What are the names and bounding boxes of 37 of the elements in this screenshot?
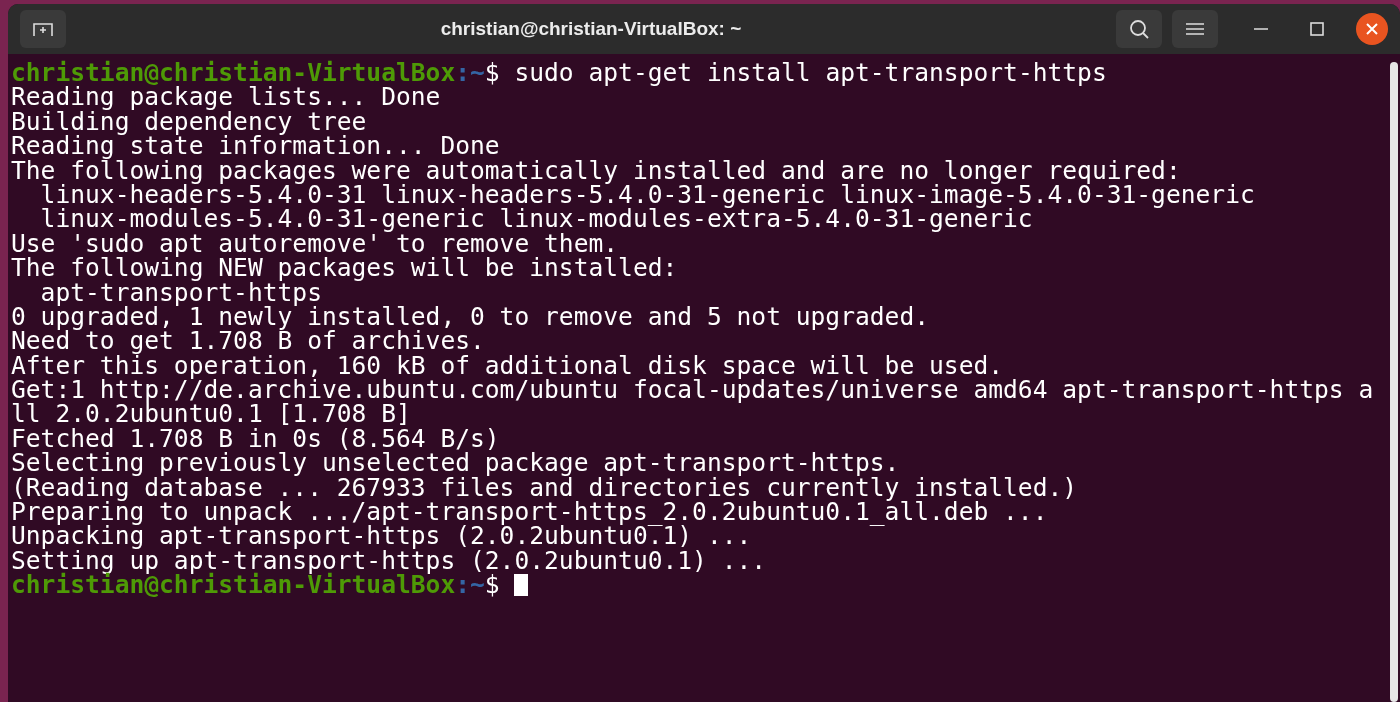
output-line: Use 'sudo apt autoremove' to remove them. bbox=[11, 231, 619, 257]
minimize-icon bbox=[1254, 27, 1268, 31]
output-line: Get:1 http://de.archive.ubuntu.com/ubuntu focal-updates/universe amd64 apt-transport-https a bbox=[11, 378, 1375, 403]
prompt-path: :~ bbox=[455, 61, 485, 86]
new-tab-button[interactable] bbox=[20, 10, 66, 48]
output-line: Reading state information... Done bbox=[11, 134, 500, 159]
output-line: (Reading database ... 267933 files and directories currently installed.) bbox=[11, 475, 1079, 501]
prompt-symbol: $ bbox=[484, 573, 500, 598]
output-line: Setting up apt-transport-https (2.0.2ubuntu0.1) ... bbox=[11, 548, 768, 574]
scrollbar-thumb[interactable] bbox=[1390, 62, 1398, 702]
prompt-symbol: $ bbox=[484, 61, 501, 86]
output-line: Reading package lists... Done bbox=[11, 85, 441, 110]
output-line: linux-modules-5.4.0-31-generic linux-modules-extra-5.4.0-31-generic bbox=[39, 207, 1033, 232]
output-line: The following NEW packages will be installed: bbox=[11, 256, 679, 281]
output-line: Preparing to unpack .../apt-transport-https_2.0.2ubuntu0.1_all.deb ... bbox=[11, 500, 1048, 525]
close-icon bbox=[1366, 23, 1378, 35]
output-line: Selecting previously unselected package apt-transport-https. bbox=[11, 451, 901, 476]
output-line: Fetched 1.708 B in 0s (8.564 B/s) bbox=[11, 426, 500, 452]
close-button[interactable] bbox=[1356, 13, 1388, 45]
search-button[interactable] bbox=[1116, 10, 1162, 48]
new-tab-icon bbox=[32, 21, 54, 37]
output-line: ll 2.0.2ubuntu0.1 [1.708 B] bbox=[11, 402, 411, 427]
search-icon bbox=[1128, 18, 1150, 40]
menu-button[interactable] bbox=[1172, 10, 1218, 48]
command-text: sudo apt-get install apt-transport-https bbox=[514, 61, 1107, 86]
output-line: apt-transport-https bbox=[39, 280, 322, 305]
output-line: After this operation, 160 kB of additional disk space will be used. bbox=[11, 353, 1004, 379]
prompt-user: christian@christian-VirtualBox bbox=[11, 61, 456, 86]
output-line: The following packages were automatically installed and are no longer required: bbox=[11, 158, 1181, 183]
output-line: Need to get 1.708 B of archives. bbox=[11, 329, 486, 354]
output-line: Building dependency tree bbox=[11, 109, 367, 135]
prompt-user: christian@christian-VirtualBox bbox=[11, 573, 456, 598]
maximize-icon bbox=[1310, 22, 1324, 36]
window-title: christian@christian-VirtualBox: ~ bbox=[440, 16, 742, 41]
menu-icon bbox=[1186, 22, 1204, 36]
output-line: Unpacking apt-transport-https (2.0.2ubuntu0.1) ... bbox=[11, 524, 752, 549]
prompt-path: :~ bbox=[455, 573, 485, 598]
